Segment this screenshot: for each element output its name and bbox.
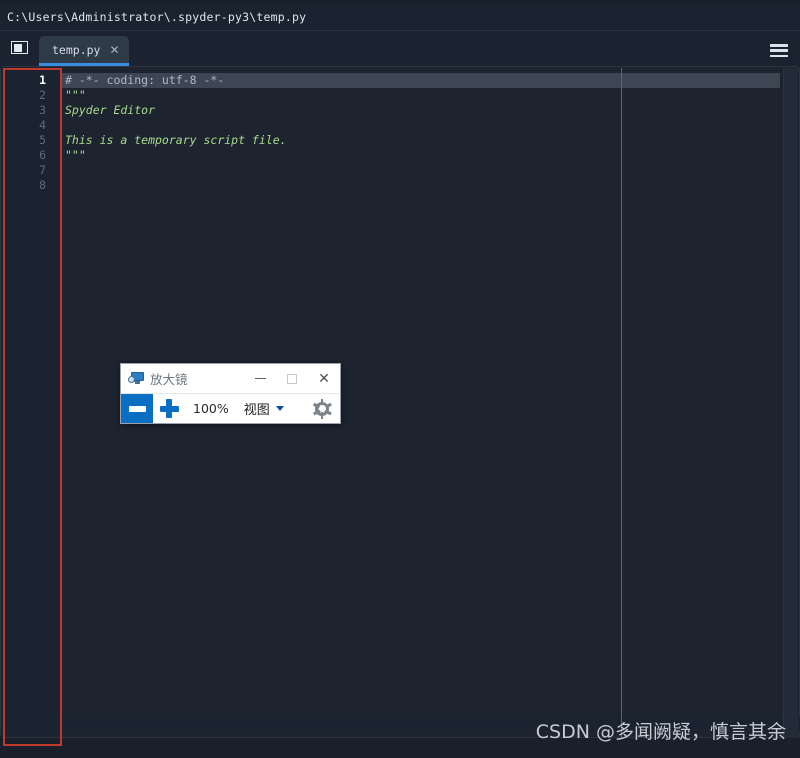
line-number: 4 xyxy=(39,118,46,132)
maximize-icon xyxy=(287,373,297,384)
code-token-string: """ xyxy=(65,148,86,162)
code-token-string: """ xyxy=(65,88,86,102)
window-title-bar: C:\Users\Administrator\.spyder-py3\temp.… xyxy=(0,4,800,30)
zoom-level-label: 100% xyxy=(193,401,229,416)
line-number: 2 xyxy=(39,88,46,102)
plus-icon-vertical xyxy=(166,399,172,418)
edge-guide-line xyxy=(621,68,622,738)
magnifier-title: 放大镜 xyxy=(150,372,188,387)
minimize-button[interactable] xyxy=(244,364,276,393)
minus-icon xyxy=(128,405,146,412)
code-line: # -*- coding: utf-8 -*- xyxy=(61,73,777,88)
minimize-icon xyxy=(254,378,266,379)
code-line: Spyder Editor xyxy=(61,103,777,118)
code-token-comment: # -*- coding: utf-8 -*- xyxy=(65,73,225,87)
editor-tab-bar: temp.py ✕ xyxy=(0,30,800,66)
line-number: 5 xyxy=(39,133,46,147)
tab-temp-py[interactable]: temp.py ✕ xyxy=(39,36,129,66)
line-number: 8 xyxy=(39,178,46,192)
magnifier-toolbar: 100% 视图 xyxy=(121,394,340,423)
magnifier-dialog[interactable]: 放大镜 ✕ 100% 视图 xyxy=(120,363,341,424)
watermark-text: CSDN @多闻阙疑，慎言其余 xyxy=(535,721,786,743)
close-button[interactable]: ✕ xyxy=(308,364,340,393)
hamburger-line-1 xyxy=(770,44,788,47)
code-token-string: Spyder Editor xyxy=(65,103,156,117)
view-menu-button[interactable]: 视图 xyxy=(244,399,284,418)
tab-label: temp.py xyxy=(52,42,101,57)
folder-icon[interactable] xyxy=(9,39,31,57)
line-number-gutter: 12345678 xyxy=(1,67,59,737)
line-number: 7 xyxy=(39,163,46,177)
zoom-in-button[interactable] xyxy=(153,394,185,423)
chevron-down-icon xyxy=(275,406,284,411)
magnifier-title-bar[interactable]: 放大镜 ✕ xyxy=(121,364,340,394)
maximize-button[interactable] xyxy=(276,364,308,393)
line-number: 3 xyxy=(39,103,46,117)
code-line: This is a temporary script file. xyxy=(61,133,777,148)
editor-vertical-scrollbar[interactable] xyxy=(783,68,798,738)
gear-hole xyxy=(318,405,326,412)
gear-icon[interactable] xyxy=(312,398,332,419)
line-number: 1 xyxy=(39,73,46,87)
hamburger-line-2 xyxy=(770,49,788,52)
line-number: 6 xyxy=(39,148,46,162)
hamburger-menu-icon[interactable] xyxy=(770,44,788,57)
file-path-title: C:\Users\Administrator\.spyder-py3\temp.… xyxy=(7,10,307,24)
view-menu-label: 视图 xyxy=(243,403,270,418)
spyder-ide-window: C:\Users\Administrator\.spyder-py3\temp.… xyxy=(0,0,800,758)
close-icon: ✕ xyxy=(318,370,330,387)
code-line: """ xyxy=(61,148,777,163)
folder-icon-fill xyxy=(13,43,22,52)
magnifier-app-icon xyxy=(128,371,144,386)
zoom-out-button[interactable] xyxy=(121,394,153,423)
hamburger-line-3 xyxy=(770,54,788,57)
code-line: """ xyxy=(61,88,777,103)
code-token-string: This is a temporary script file. xyxy=(65,133,287,147)
close-icon[interactable]: ✕ xyxy=(109,44,119,56)
